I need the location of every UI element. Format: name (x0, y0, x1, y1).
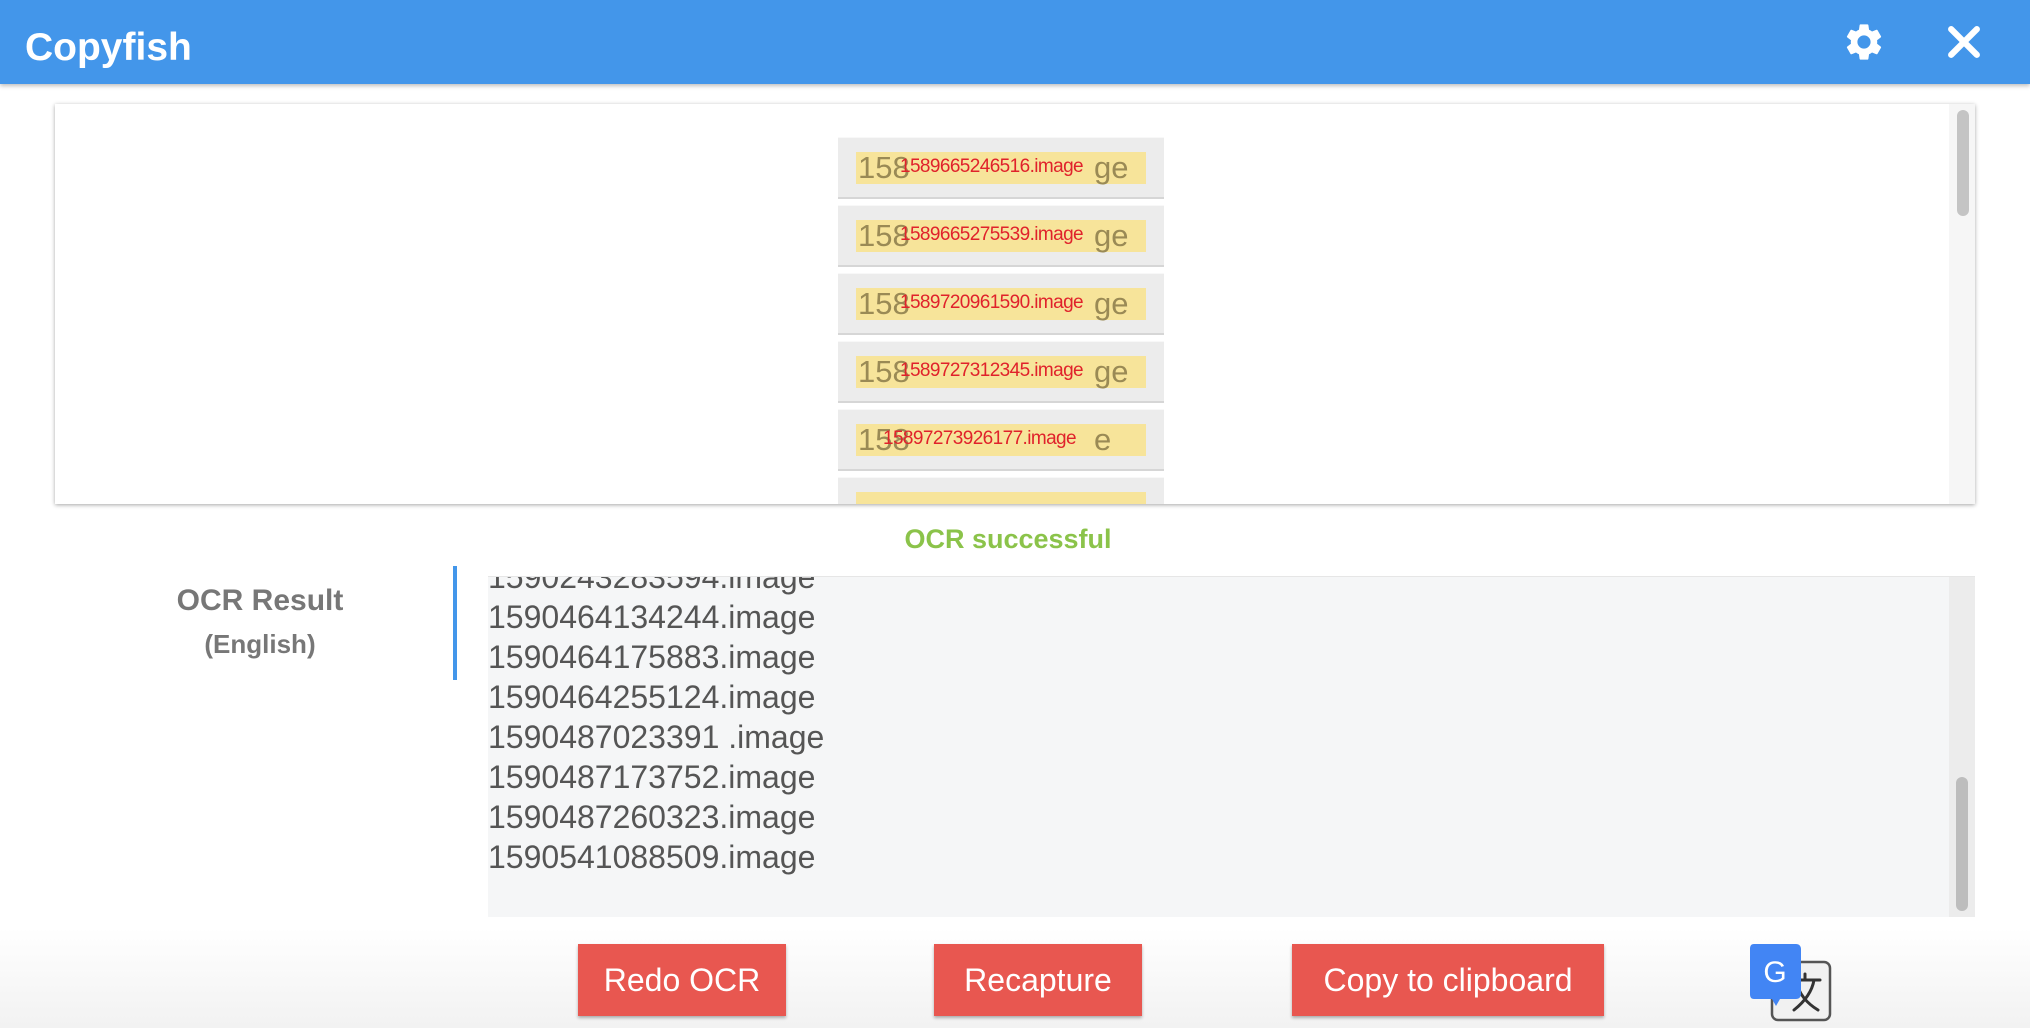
ocr-overlay-label: 15897273926177.image (883, 428, 1077, 449)
svg-text:G: G (1763, 956, 1786, 989)
recapture-button[interactable]: Recapture (934, 944, 1142, 1016)
ocr-overlay-label: 1589665246516.image (900, 156, 1084, 177)
captured-text-end: ge (1094, 354, 1129, 389)
result-label: OCR Result (English) (140, 582, 380, 662)
captured-row: 158 ge 1589720961590.image (838, 273, 1164, 335)
captured-image-strip: 158 ge 1589665246516.image 158 ge 158966… (838, 137, 1164, 504)
capture-preview: 158 ge 1589665246516.image 158 ge 158966… (55, 104, 1975, 504)
result-scroll-thumb[interactable] (1956, 777, 1968, 911)
result-language: (English) (204, 629, 316, 659)
result-title: OCR Result (176, 584, 344, 617)
captured-text-end: ge (1094, 150, 1129, 185)
result-accent-bar (453, 566, 457, 680)
captured-text-end: ge (1094, 218, 1129, 253)
google-translate-icon[interactable]: G (1750, 944, 1836, 1024)
app-title: Copyfish (25, 26, 192, 69)
ocr-result-text[interactable]: 1590243283594.image 1590464134244.image … (488, 577, 1928, 877)
captured-row: 158 e 15897273926177.image (838, 409, 1164, 471)
ocr-overlay-label: 1589727312345.image (900, 360, 1084, 381)
captured-text-end: ge (1094, 286, 1129, 321)
ocr-overlay-label: 1589665275539.image (900, 224, 1084, 245)
preview-scrollbar[interactable] (1949, 104, 1975, 504)
ocr-result-textarea[interactable]: 1590243283594.image 1590464134244.image … (488, 576, 1975, 917)
captured-row: 158 ge 1589665246516.image (838, 137, 1164, 199)
captured-row: 158 ge 1589665275539.image (838, 205, 1164, 267)
captured-row: 158 ge 1589727312345.image (838, 341, 1164, 403)
ocr-overlay-label: 1589720961590.image (900, 292, 1084, 313)
captured-text-end: e (1094, 422, 1112, 457)
ocr-status: OCR successful (904, 524, 1112, 554)
copy-to-clipboard-button[interactable]: Copy to clipboard (1292, 944, 1604, 1016)
gear-icon[interactable] (1842, 20, 1886, 64)
redo-ocr-button[interactable]: Redo OCR (578, 944, 786, 1016)
close-icon[interactable] (1942, 20, 1986, 64)
title-bar: Copyfish (0, 0, 2030, 84)
preview-scroll-thumb[interactable] (1957, 110, 1969, 216)
result-scrollbar[interactable] (1949, 577, 1975, 917)
captured-row (838, 477, 1164, 504)
